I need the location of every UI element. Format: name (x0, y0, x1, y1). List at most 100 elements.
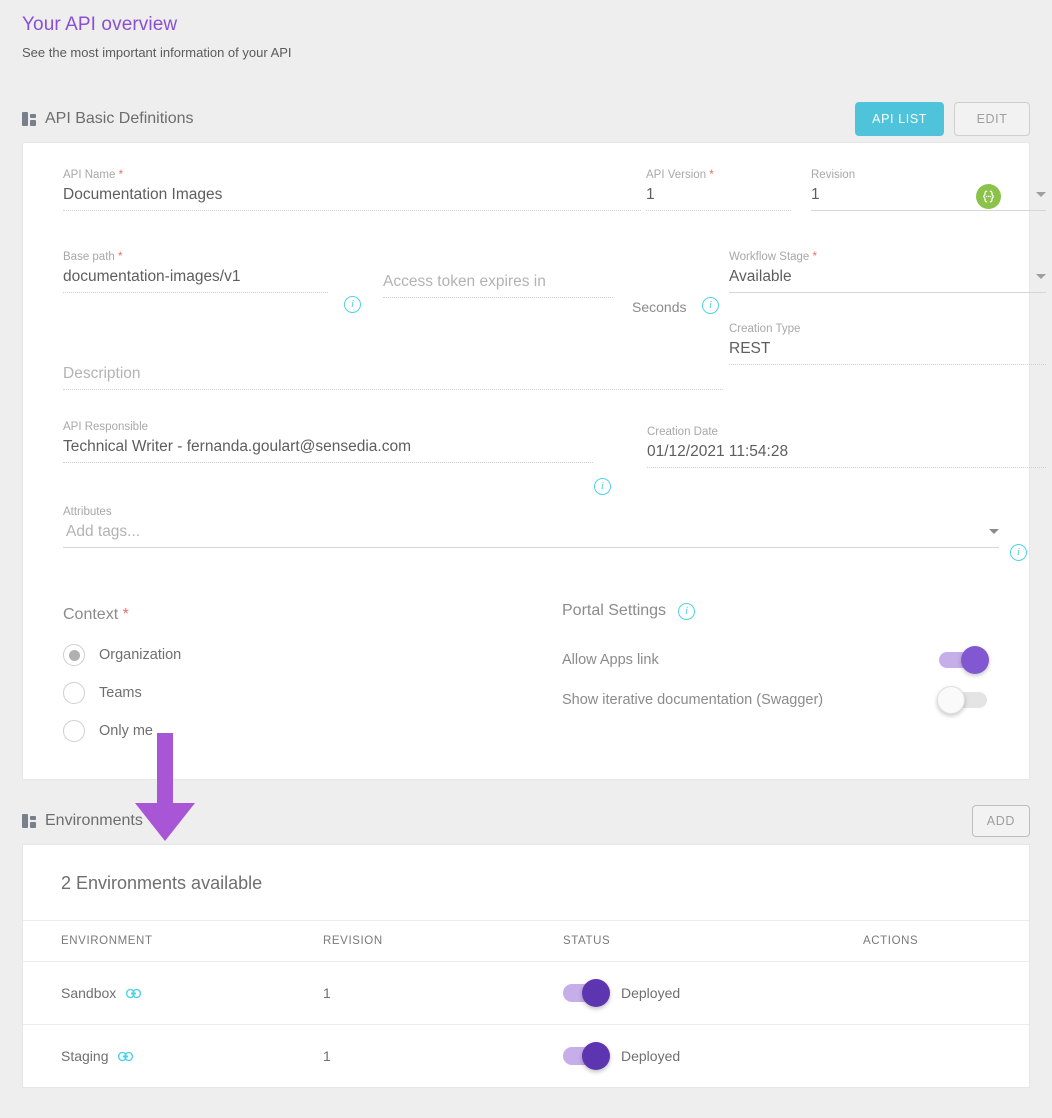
field-creation-date: Creation Date 01/12/2021 11:54:28 (647, 426, 1046, 468)
grid-icon (22, 112, 37, 126)
field-workflow-stage[interactable]: Workflow Stage * Available (729, 251, 1046, 293)
api-list-button[interactable]: API LIST (855, 102, 944, 136)
braces-glyph (980, 188, 997, 205)
form-row-context-portal: Context * Organization Teams Only me Por… (43, 574, 1009, 744)
required-asterisk: * (118, 251, 122, 263)
section-title-group: Environments (22, 812, 143, 830)
edit-button[interactable]: EDIT (954, 102, 1030, 136)
required-asterisk: * (813, 251, 817, 263)
link-icon[interactable] (126, 988, 141, 999)
workflow-stage-select[interactable]: Available (729, 268, 1046, 293)
environment-name-group: Sandbox (61, 985, 323, 1001)
environments-card: 2 Environments available ENVIRONMENT REV… (22, 844, 1030, 1088)
field-label: Creation Date (647, 426, 1046, 438)
api-responsible-input[interactable]: Technical Writer - fernanda.goulart@sens… (63, 438, 593, 463)
table-row: Sandbox 1 Dep (23, 962, 1029, 1025)
table-header: ENVIRONMENT REVISION STATUS ACTIONS (23, 921, 1029, 962)
page-subtitle: See the most important information of yo… (22, 45, 1052, 60)
radio-button-icon[interactable] (63, 682, 85, 704)
field-revision[interactable]: Revision 1 (811, 169, 1046, 211)
field-label: Base path * (63, 251, 328, 263)
field-api-responsible[interactable]: API Responsible Technical Writer - ferna… (63, 421, 593, 463)
column-header-status: STATUS (563, 921, 863, 962)
context-option-label: Organization (99, 647, 181, 663)
field-api-version[interactable]: API Version * 1 (646, 169, 791, 211)
environment-name-group: Staging (61, 1048, 323, 1064)
status-group: Deployed (563, 984, 863, 1002)
toggle-knob (582, 1042, 610, 1070)
field-creation-type: Creation Type REST (729, 323, 1046, 365)
environment-name: Sandbox (61, 985, 116, 1001)
context-option-organization[interactable]: Organization (63, 644, 483, 666)
field-description[interactable]: Description (63, 343, 723, 390)
workflow-stage-value: Available (729, 268, 792, 286)
toggle-row-allow-apps-link: Allow Apps link (562, 646, 987, 674)
cell-revision: 1 (323, 962, 563, 1025)
environments-section-bar: Environments ADD (0, 798, 1052, 844)
column-header-revision: REVISION (323, 921, 563, 962)
context-label: Context * (63, 606, 483, 624)
cell-actions[interactable] (863, 1025, 1029, 1088)
base-path-input[interactable]: documentation-images/v1 (63, 268, 328, 293)
status-label: Deployed (621, 1048, 680, 1064)
info-icon[interactable]: i (678, 603, 695, 620)
section-title-group: API Basic Definitions (22, 110, 194, 128)
environment-status-toggle[interactable] (563, 1047, 607, 1065)
api-version-input[interactable]: 1 (646, 186, 791, 211)
info-icon[interactable]: i (594, 478, 611, 495)
form-row-path: Base path * documentation-images/v1 i Ac… (43, 233, 1009, 323)
radio-button-icon[interactable] (63, 720, 85, 742)
toggle-knob (582, 979, 610, 1007)
context-option-only-me[interactable]: Only me (63, 720, 483, 742)
cell-environment: Staging (23, 1025, 323, 1088)
creation-date-value: 01/12/2021 11:54:28 (647, 443, 1046, 468)
attributes-input[interactable]: Add tags... (63, 523, 999, 548)
field-label: API Responsible (63, 421, 593, 433)
field-base-path[interactable]: Base path * documentation-images/v1 (63, 251, 328, 293)
access-token-expires-input[interactable]: Access token expires in (383, 273, 613, 298)
table-body: Sandbox 1 Dep (23, 962, 1029, 1088)
field-label: Workflow Stage * (729, 251, 1046, 263)
context-option-label: Teams (99, 685, 142, 701)
environments-table: ENVIRONMENT REVISION STATUS ACTIONS Sand… (23, 921, 1029, 1087)
column-header-environment: ENVIRONMENT (23, 921, 323, 962)
cell-status: Deployed (563, 1025, 863, 1088)
allow-apps-link-toggle[interactable] (939, 652, 987, 668)
swagger-braces-icon[interactable] (976, 184, 1001, 209)
section-actions: API LIST EDIT (855, 102, 1030, 136)
chevron-down-icon[interactable] (1036, 274, 1046, 279)
environment-status-toggle[interactable] (563, 984, 607, 1002)
radio-button-icon[interactable] (63, 644, 85, 666)
cell-actions[interactable] (863, 962, 1029, 1025)
info-icon[interactable]: i (702, 297, 719, 314)
status-label: Deployed (621, 985, 680, 1001)
toggle-label: Allow Apps link (562, 652, 659, 668)
chevron-down-icon[interactable] (989, 529, 999, 534)
info-icon[interactable]: i (1010, 544, 1027, 561)
toggle-row-show-iterative-documentation: Show iterative documentation (Swagger) (562, 686, 987, 714)
grid-icon (22, 814, 37, 828)
api-name-input[interactable]: Documentation Images (63, 186, 641, 211)
toggle-label: Show iterative documentation (Swagger) (562, 692, 823, 708)
form-row-responsible: API Responsible Technical Writer - ferna… (43, 408, 1009, 496)
context-group: Context * Organization Teams Only me (63, 606, 483, 758)
form-row-identity: API Name * Documentation Images API Vers… (43, 161, 1009, 233)
table-header-row: ENVIRONMENT REVISION STATUS ACTIONS (23, 921, 1029, 962)
column-header-actions: ACTIONS (863, 921, 1029, 962)
section-actions: ADD (972, 805, 1030, 837)
field-access-token-expires[interactable]: Access token expires in (383, 251, 613, 298)
revision-value: 1 (811, 186, 820, 204)
field-attributes[interactable]: Attributes Add tags... (63, 506, 999, 548)
link-icon[interactable] (118, 1051, 133, 1062)
show-iterative-documentation-toggle[interactable] (939, 692, 987, 708)
info-icon[interactable]: i (344, 296, 361, 313)
description-input[interactable]: Description (63, 365, 723, 390)
environment-name: Staging (61, 1048, 108, 1064)
toggle-knob (961, 646, 989, 674)
add-environment-button[interactable]: ADD (972, 805, 1030, 837)
context-option-teams[interactable]: Teams (63, 682, 483, 704)
chevron-down-icon[interactable] (1036, 192, 1046, 197)
revision-select[interactable]: 1 (811, 186, 1046, 211)
field-api-name[interactable]: API Name * Documentation Images (63, 169, 641, 211)
context-option-label: Only me (99, 723, 153, 739)
